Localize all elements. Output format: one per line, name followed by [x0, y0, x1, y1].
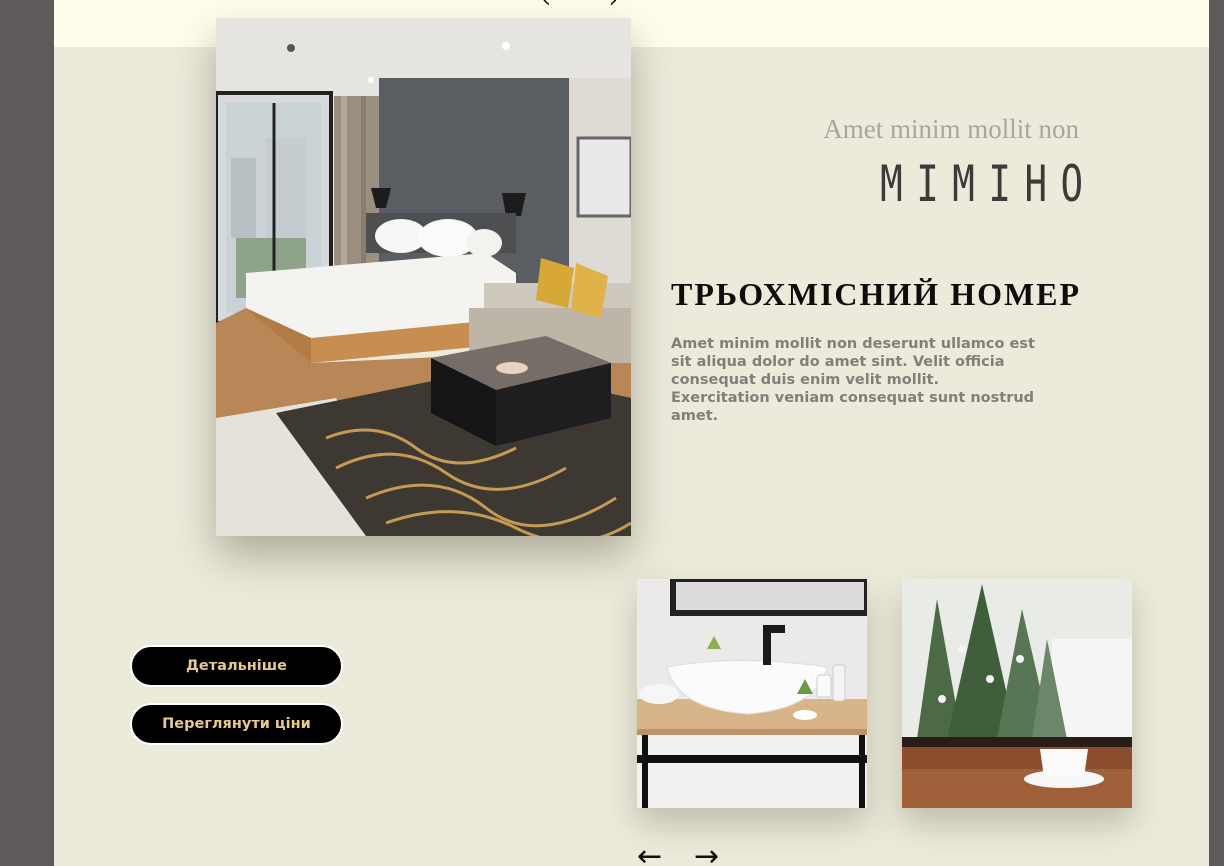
hero-kicker: Amet minim mollit non [823, 114, 1079, 144]
room-description: Amet minim mollit non deserunt ullamco e… [671, 336, 1035, 424]
gallery-thumb-bathroom[interactable] [637, 579, 867, 808]
header-next-arrow[interactable]: › [609, 0, 676, 13]
gallery-thumb-window-view[interactable] [902, 579, 1132, 808]
header-nav: ‹› [542, 0, 676, 13]
header-prev-arrow[interactable]: ‹ [542, 0, 609, 13]
brand-logo: MIMIHO [880, 155, 1097, 213]
gallery-next-arrow[interactable]: → [694, 842, 719, 866]
details-button[interactable]: Детальніше [130, 645, 343, 687]
main-room-photo [216, 18, 631, 536]
page-container: ‹› Amet minim mollit non MIMIHO ТРЬОХМІС… [54, 0, 1209, 866]
view-prices-button[interactable]: Переглянути ціни [130, 703, 343, 745]
gallery-prev-arrow[interactable]: ← [637, 842, 662, 866]
room-title: ТРЬОХМІСНИЙ НОМЕР [671, 276, 1082, 312]
